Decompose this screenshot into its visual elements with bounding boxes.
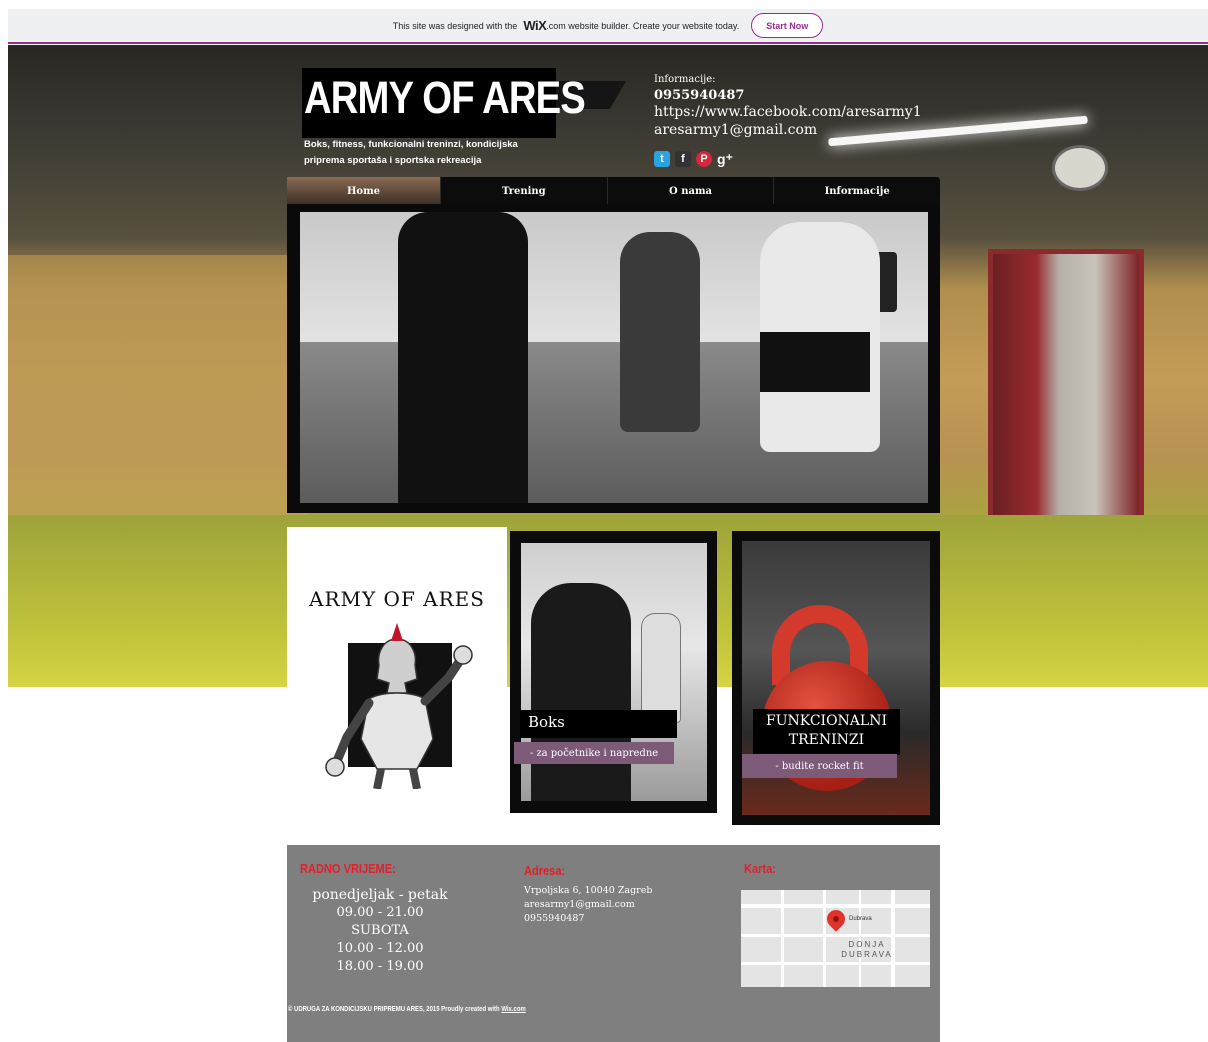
map-label-place: Dubrava [849,916,872,922]
main-nav: Home Trening O nama Informacije [287,177,940,205]
map-label-district: DONJA DUBRAVA [841,940,893,959]
spartan-warrior-illustration [325,623,473,789]
address-block: Vrpoljska 6, 10040 Zagreb aresarmy1@gmai… [524,884,652,926]
social-bar: t f P g⁺ [654,151,733,167]
facebook-icon[interactable]: f [675,151,691,167]
hours-saturday-morning: 10.00 - 12.00 [336,941,424,956]
copyright: © UDRUGA ZA KONDICIJSKU PRIPREMU ARES, 2… [288,1006,526,1013]
info-label: Informacije: [654,74,716,85]
address-email[interactable]: aresarmy1@gmail.com [524,898,652,912]
nav-item-informacije[interactable]: Informacije [773,177,940,205]
pinterest-icon[interactable]: P [696,151,712,167]
hours-weekdays: ponedjeljak - petak [312,887,448,903]
site-tagline: Boks, fitness, funkcionalni treninzi, ko… [304,139,518,166]
start-now-button[interactable]: Start Now [751,13,824,38]
hours-saturday: SUBOTA [351,923,409,938]
army-of-ares-logo-card: ARMY OF ARES [287,527,507,855]
nav-item-home[interactable]: Home [287,177,440,205]
map-heading: Karta: [744,861,776,876]
wix-banner-text-before: This site was designed with the [392,20,518,31]
opening-hours: ponedjeljak - petak 09.00 - 21.00 SUBOTA… [300,886,460,976]
contact-info: Informacije: 0955940487 https://www.face… [654,74,922,139]
logo-card-title: ARMY OF ARES [309,587,485,611]
location-map[interactable]: Dubrava DONJA DUBRAVA [741,890,930,987]
hours-weekdays-time: 09.00 - 21.00 [336,905,424,920]
funkcionalni-card[interactable] [732,531,940,825]
copyright-text: © UDRUGA ZA KONDICIJSKU PRIPREMU ARES, 2… [288,1006,502,1013]
wall-clock [1052,145,1108,191]
facebook-link[interactable]: https://www.facebook.com/aresarmy1 [654,103,922,121]
nav-item-trening[interactable]: Trening [440,177,607,205]
google-plus-icon[interactable]: g⁺ [717,151,733,167]
twitter-icon[interactable]: t [654,151,670,167]
wix-promo-banner: This site was designed with the WiX .com … [8,9,1208,44]
boks-card-subtitle[interactable]: - za početnike i napredne [514,742,674,764]
slideshow-photo[interactable] [300,212,928,503]
wix-link[interactable]: Wix.com [501,1006,525,1013]
boks-card-title: Boks [528,713,565,731]
wix-banner-text-after: .com website builder. Create your websit… [546,20,740,31]
address-phone: 0955940487 [524,913,585,924]
email-link[interactable]: aresarmy1@gmail.com [654,121,922,139]
boks-card[interactable] [510,531,717,813]
nav-item-o-nama[interactable]: O nama [606,177,774,205]
address-street: Vrpoljska 6, 10040 Zagreb [524,885,653,896]
funkcionalni-card-subtitle[interactable]: - budite rocket fit [742,754,897,778]
hours-saturday-evening: 18.00 - 19.00 [336,959,424,974]
address-heading: Adresa: [524,863,566,878]
funkcionalni-card-title: FUNKCIONALNI TRENINZI [765,713,887,748]
hours-heading: RADNO VRIJEME: [300,861,396,876]
site-logo-title[interactable]: ARMY OF ARES [304,72,586,124]
phone-number: 0955940487 [654,88,745,103]
wix-logo[interactable]: WiX [523,18,546,33]
